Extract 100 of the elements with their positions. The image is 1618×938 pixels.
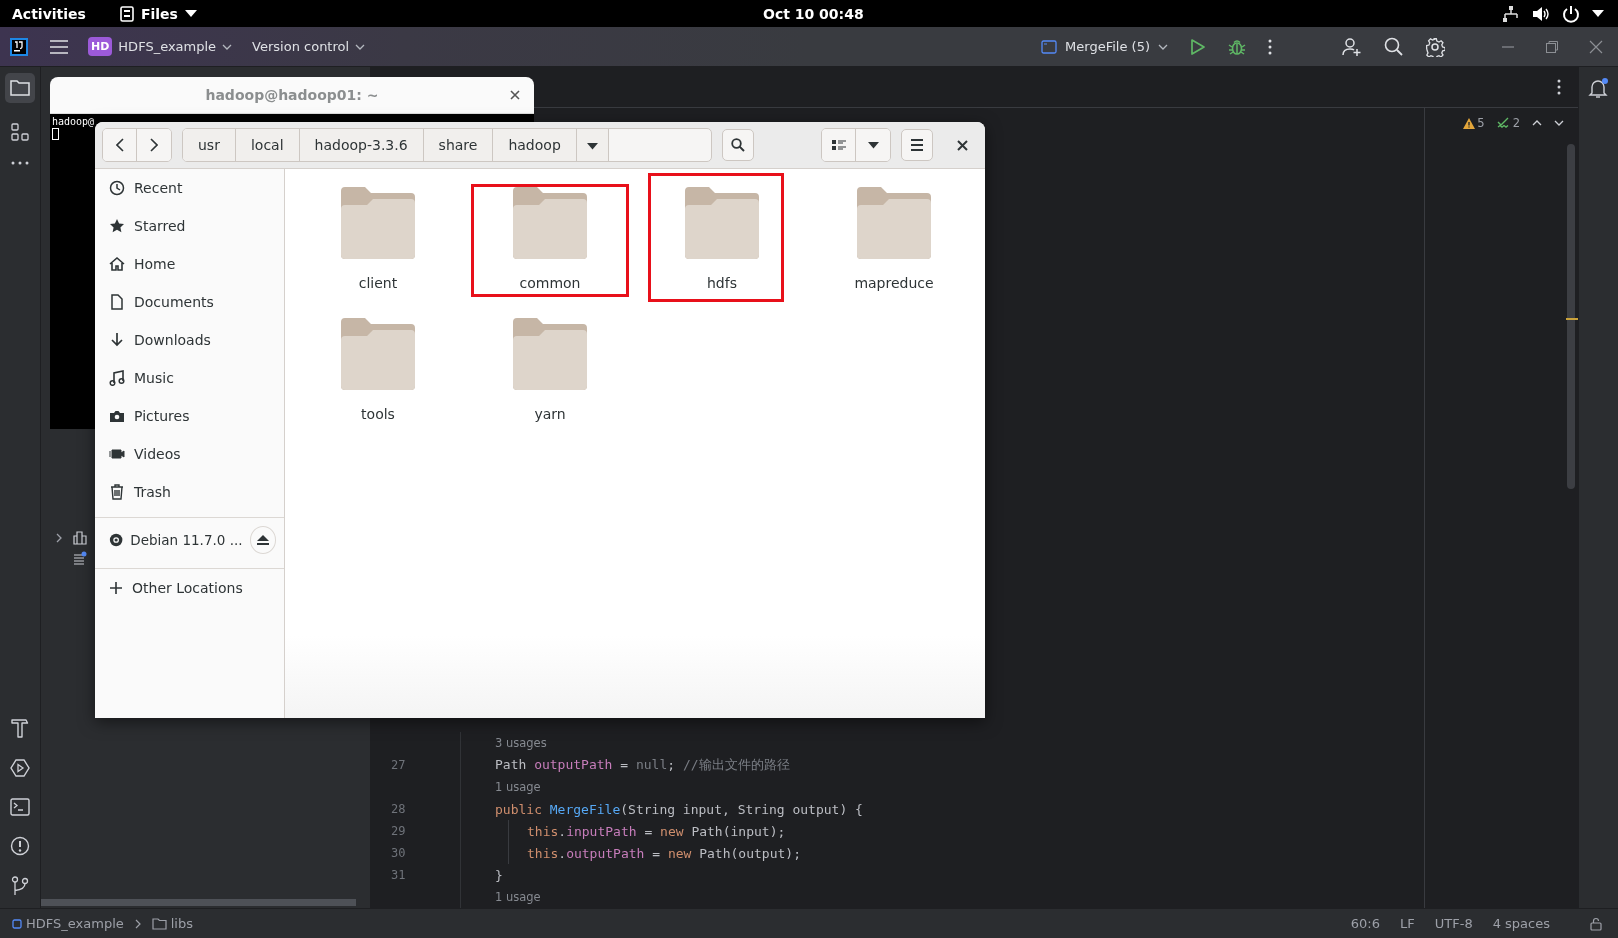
- chevron-right-icon: [133, 918, 142, 929]
- caret-icon: [586, 143, 598, 150]
- menu-icon[interactable]: [50, 39, 68, 54]
- usage-hint[interactable]: 3 usages: [495, 736, 547, 750]
- sidebar-item[interactable]: Documents: [95, 283, 284, 321]
- code-line: public MergeFile(String input, String output) {: [495, 801, 863, 817]
- path-segment[interactable]: usr: [183, 129, 236, 161]
- folder-icon: [151, 917, 167, 930]
- volume-icon[interactable]: [1532, 5, 1550, 22]
- bell-icon[interactable]: [1587, 77, 1610, 99]
- scrollbar[interactable]: [1567, 144, 1575, 489]
- caret-icon[interactable]: [1592, 9, 1604, 18]
- status-item[interactable]: 4 spaces: [1492, 916, 1550, 931]
- problems-icon[interactable]: [10, 836, 30, 856]
- usage-hint[interactable]: 1 usage: [495, 780, 541, 794]
- lock-icon[interactable]: [1590, 916, 1602, 931]
- clock[interactable]: Oct 10 00:48: [763, 5, 864, 22]
- cabinet-icon: [119, 5, 134, 22]
- sidebar-item[interactable]: Downloads: [95, 321, 284, 359]
- line-number: 30: [391, 846, 406, 860]
- view-toggle-button[interactable]: [822, 129, 856, 161]
- sidebar-item[interactable]: Home: [95, 245, 284, 283]
- sidebar-item[interactable]: Starred: [95, 207, 284, 245]
- add-user-icon[interactable]: [1342, 36, 1362, 57]
- sidebar-item[interactable]: Pictures: [95, 397, 284, 435]
- menu-button[interactable]: [901, 129, 933, 161]
- code-line: }: [495, 867, 503, 883]
- line-number: 27: [391, 758, 406, 772]
- sidebar-item[interactable]: Other Locations: [95, 569, 284, 607]
- more-icon[interactable]: [1268, 38, 1272, 55]
- usage-hint[interactable]: 1 usage: [495, 890, 541, 904]
- path-segment[interactable]: hadoop-3.3.6: [299, 129, 424, 161]
- restore-icon[interactable]: [1545, 39, 1559, 54]
- trash-icon: [109, 484, 125, 500]
- search-icon: [731, 138, 745, 152]
- chevron-left-icon: [115, 138, 124, 152]
- window-title: hadoop@hadoop01: ~: [205, 87, 379, 103]
- power-icon[interactable]: [1562, 4, 1580, 23]
- warning-count[interactable]: 5: [1463, 116, 1485, 130]
- line-number: 28: [391, 802, 406, 816]
- services-icon[interactable]: [10, 758, 30, 778]
- status-item[interactable]: UTF-8: [1434, 916, 1473, 931]
- code-line: Path outputPath = null; //输出文件的路径: [495, 756, 790, 774]
- chevron-right-icon: [150, 138, 158, 152]
- breadcrumb[interactable]: HDFS_example: [12, 916, 124, 931]
- project-selector[interactable]: HD HDFS_example: [88, 37, 233, 56]
- sidebar-item[interactable]: Videos: [95, 435, 284, 473]
- hammer-icon[interactable]: [11, 718, 29, 738]
- git-icon[interactable]: [11, 876, 29, 896]
- settings-icon[interactable]: [1425, 36, 1445, 57]
- view-options-button[interactable]: [856, 129, 890, 161]
- warning-marker[interactable]: [1566, 318, 1578, 320]
- run-config-selector[interactable]: MergeFile (5): [1041, 39, 1168, 54]
- more-icon[interactable]: [11, 161, 29, 165]
- app-logo-icon[interactable]: [10, 37, 28, 56]
- breadcrumb[interactable]: libs: [151, 916, 193, 931]
- disc-icon: [109, 532, 124, 548]
- menu-icon: [910, 139, 924, 151]
- sidebar-item[interactable]: Recent: [95, 169, 284, 207]
- line-number: 29: [391, 824, 406, 838]
- status-item[interactable]: 60:6: [1350, 916, 1381, 931]
- chevron-down-icon: [355, 43, 366, 50]
- status-item[interactable]: LF: [1400, 916, 1415, 931]
- eject-button[interactable]: [249, 526, 276, 554]
- close-icon[interactable]: [957, 139, 968, 151]
- app-menu[interactable]: Files: [119, 5, 197, 22]
- search-icon[interactable]: [1384, 37, 1403, 56]
- search-button[interactable]: [722, 129, 754, 161]
- sidebar-item[interactable]: Debian 11.7.0 ...: [95, 518, 284, 562]
- forward-button[interactable]: [137, 129, 171, 161]
- run-icon[interactable]: [1190, 37, 1206, 56]
- more-icon[interactable]: [1557, 79, 1561, 95]
- network-icon[interactable]: [1502, 4, 1520, 23]
- line-number: 31: [391, 868, 406, 882]
- check-count[interactable]: 2: [1496, 116, 1520, 130]
- chevron-down-icon[interactable]: [1554, 120, 1564, 126]
- path-segment[interactable]: local: [235, 129, 300, 161]
- module-icon: [12, 918, 22, 929]
- close-icon[interactable]: [510, 90, 520, 100]
- activities-button[interactable]: Activities: [12, 5, 86, 22]
- scrollbar[interactable]: [41, 899, 356, 906]
- sidebar-item[interactable]: Music: [95, 359, 284, 397]
- terminal-icon[interactable]: [10, 798, 30, 816]
- window-icon: [1041, 39, 1058, 54]
- chevron-right-icon[interactable]: [55, 533, 63, 543]
- bug-icon[interactable]: [1228, 37, 1246, 56]
- path-segment[interactable]: hadoop: [493, 129, 577, 161]
- structure-icon[interactable]: [11, 123, 29, 141]
- pictures-icon: [109, 408, 125, 424]
- eject-icon: [256, 535, 269, 545]
- back-button[interactable]: [103, 129, 137, 161]
- sidebar-item[interactable]: Trash: [95, 473, 284, 511]
- folder-name: hdfs: [707, 275, 737, 291]
- dropdown-button[interactable]: [576, 129, 609, 161]
- folder-icon[interactable]: [5, 73, 35, 103]
- folder-name: common: [519, 275, 581, 291]
- path-segment[interactable]: share: [423, 129, 494, 161]
- chevron-up-icon[interactable]: [1532, 120, 1542, 126]
- vcs-selector[interactable]: Version control: [252, 39, 366, 54]
- music-icon: [109, 370, 125, 386]
